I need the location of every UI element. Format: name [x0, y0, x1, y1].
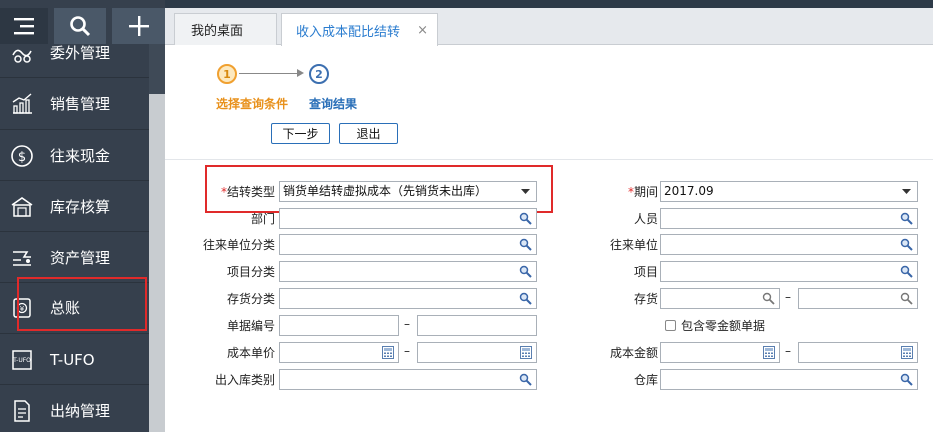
step-2-circle: 2	[309, 64, 329, 84]
svg-text:T-UFO: T-UFO	[12, 357, 31, 364]
sidebar-item-label: 往来现金	[50, 147, 111, 165]
sidebar-item-label: 资产管理	[50, 249, 111, 267]
zero-amount-checkbox[interactable]	[665, 320, 676, 331]
tab-income-cost-transfer[interactable]: 收入成本配比结转 ×	[281, 13, 438, 46]
period-select[interactable]: 2017.09	[660, 181, 918, 202]
sidebar-item-assets[interactable]: 资产管理	[0, 232, 149, 283]
asset-icon	[9, 245, 35, 271]
dept-field[interactable]	[279, 208, 537, 229]
person-field[interactable]	[660, 208, 918, 229]
svg-text:$: $	[18, 150, 26, 165]
unit-cost-from-field[interactable]	[279, 342, 399, 363]
stock-to-field[interactable]	[798, 288, 918, 309]
warehouse-label: 仓库	[633, 373, 658, 387]
dept-label: 部门	[250, 212, 275, 226]
main-area: 我的桌面 收入成本配比结转 × 1 2 选择查询条件 查询结果 下一步 退出 *…	[165, 8, 933, 432]
cost-amount-label: 成本金额	[609, 346, 658, 360]
unit-cost-label: 成本单价	[226, 346, 275, 360]
step-connector	[239, 73, 301, 74]
partner-category-label: 往来单位分类	[202, 238, 275, 252]
step-2-label[interactable]: 查询结果	[309, 95, 357, 112]
calculator-icon[interactable]	[518, 345, 533, 360]
project-category-field[interactable]	[279, 261, 537, 282]
sales-chart-icon	[9, 91, 35, 117]
dollar-circle-icon: $	[9, 143, 35, 169]
scrollbar-thumb[interactable]	[149, 94, 165, 432]
close-icon[interactable]: ×	[417, 23, 428, 38]
range-dash: –	[785, 290, 791, 304]
stock-category-label: 存货分类	[226, 292, 275, 306]
calculator-icon[interactable]	[899, 345, 914, 360]
warehouse-field[interactable]	[660, 369, 918, 390]
period-label: *期间	[627, 185, 658, 199]
cashier-icon	[9, 398, 35, 424]
stock-label: 存货	[633, 292, 658, 306]
cost-amount-to-field[interactable]	[798, 342, 918, 363]
range-dash: –	[785, 344, 791, 358]
partner-label: 往来单位	[609, 238, 658, 252]
cost-amount-from-field[interactable]	[660, 342, 780, 363]
lookup-icon[interactable]	[518, 264, 533, 279]
sidebar-item-label: 销售管理	[50, 95, 111, 113]
doc-number-label: 单据编号	[226, 319, 275, 333]
highlight-box	[205, 165, 553, 213]
sidebar-item-outsourcing[interactable]: 委外管理	[0, 27, 149, 78]
dropdown-arrow-icon	[899, 184, 914, 199]
sidebar-item-label: 出纳管理	[50, 402, 111, 420]
outsourcing-icon	[9, 40, 35, 66]
io-type-label: 出入库类别	[214, 373, 275, 387]
sidebar-item-inventory[interactable]: 库存核算	[0, 181, 149, 232]
sidebar: 委外管理 销售管理 $ 往来现金 库存核算 资产管理 ¥ 总账 T-UFO T-…	[0, 0, 165, 432]
sidebar-item-sales[interactable]: 销售管理	[0, 78, 149, 129]
warehouse-icon	[9, 194, 35, 220]
doc-number-from-field[interactable]	[279, 315, 399, 336]
calculator-icon[interactable]	[380, 345, 395, 360]
sidebar-item-label: T-UFO	[50, 350, 95, 369]
tab-label: 收入成本配比结转	[296, 24, 401, 40]
lookup-icon[interactable]	[899, 264, 914, 279]
lookup-icon[interactable]	[518, 237, 533, 252]
project-label: 项目	[633, 265, 658, 279]
search-icon[interactable]	[761, 291, 776, 306]
partner-field[interactable]	[660, 234, 918, 255]
doc-number-to-field[interactable]	[417, 315, 537, 336]
tab-desktop[interactable]: 我的桌面	[174, 13, 277, 45]
highlight-box	[17, 277, 147, 331]
sidebar-scrollbar[interactable]	[149, 44, 165, 432]
tab-bar: 我的桌面 收入成本配比结转 ×	[165, 8, 933, 46]
sidebar-item-cashier[interactable]: 出纳管理	[0, 385, 149, 432]
search-icon[interactable]	[899, 291, 914, 306]
stock-category-field[interactable]	[279, 288, 537, 309]
sidebar-item-cash[interactable]: $ 往来现金	[0, 130, 149, 181]
stock-from-field[interactable]	[660, 288, 780, 309]
person-label: 人员	[633, 212, 658, 226]
tab-label: 我的桌面	[191, 24, 244, 39]
project-field[interactable]	[660, 261, 918, 282]
unit-cost-to-field[interactable]	[417, 342, 537, 363]
lookup-icon[interactable]	[518, 291, 533, 306]
sidebar-item-label: 委外管理	[50, 44, 111, 62]
next-button[interactable]: 下一步	[271, 123, 330, 144]
tufo-icon: T-UFO	[9, 347, 35, 373]
step-1-circle: 1	[217, 64, 237, 84]
lookup-icon[interactable]	[899, 372, 914, 387]
sidebar-item-label: 库存核算	[50, 198, 111, 216]
lookup-icon[interactable]	[518, 372, 533, 387]
arrow-right-icon	[297, 69, 304, 77]
sidebar-item-tufo[interactable]: T-UFO T-UFO	[0, 334, 149, 385]
exit-button[interactable]: 退出	[339, 123, 398, 144]
project-category-label: 项目分类	[226, 265, 275, 279]
io-type-field[interactable]	[279, 369, 537, 390]
range-dash: –	[404, 317, 410, 331]
partner-category-field[interactable]	[279, 234, 537, 255]
zero-amount-label: 包含零金额单据	[681, 319, 766, 333]
divider	[165, 159, 933, 160]
lookup-icon[interactable]	[518, 211, 533, 226]
calculator-icon[interactable]	[761, 345, 776, 360]
lookup-icon[interactable]	[899, 237, 914, 252]
step-1-label[interactable]: 选择查询条件	[216, 95, 288, 112]
lookup-icon[interactable]	[899, 211, 914, 226]
range-dash: –	[404, 344, 410, 358]
